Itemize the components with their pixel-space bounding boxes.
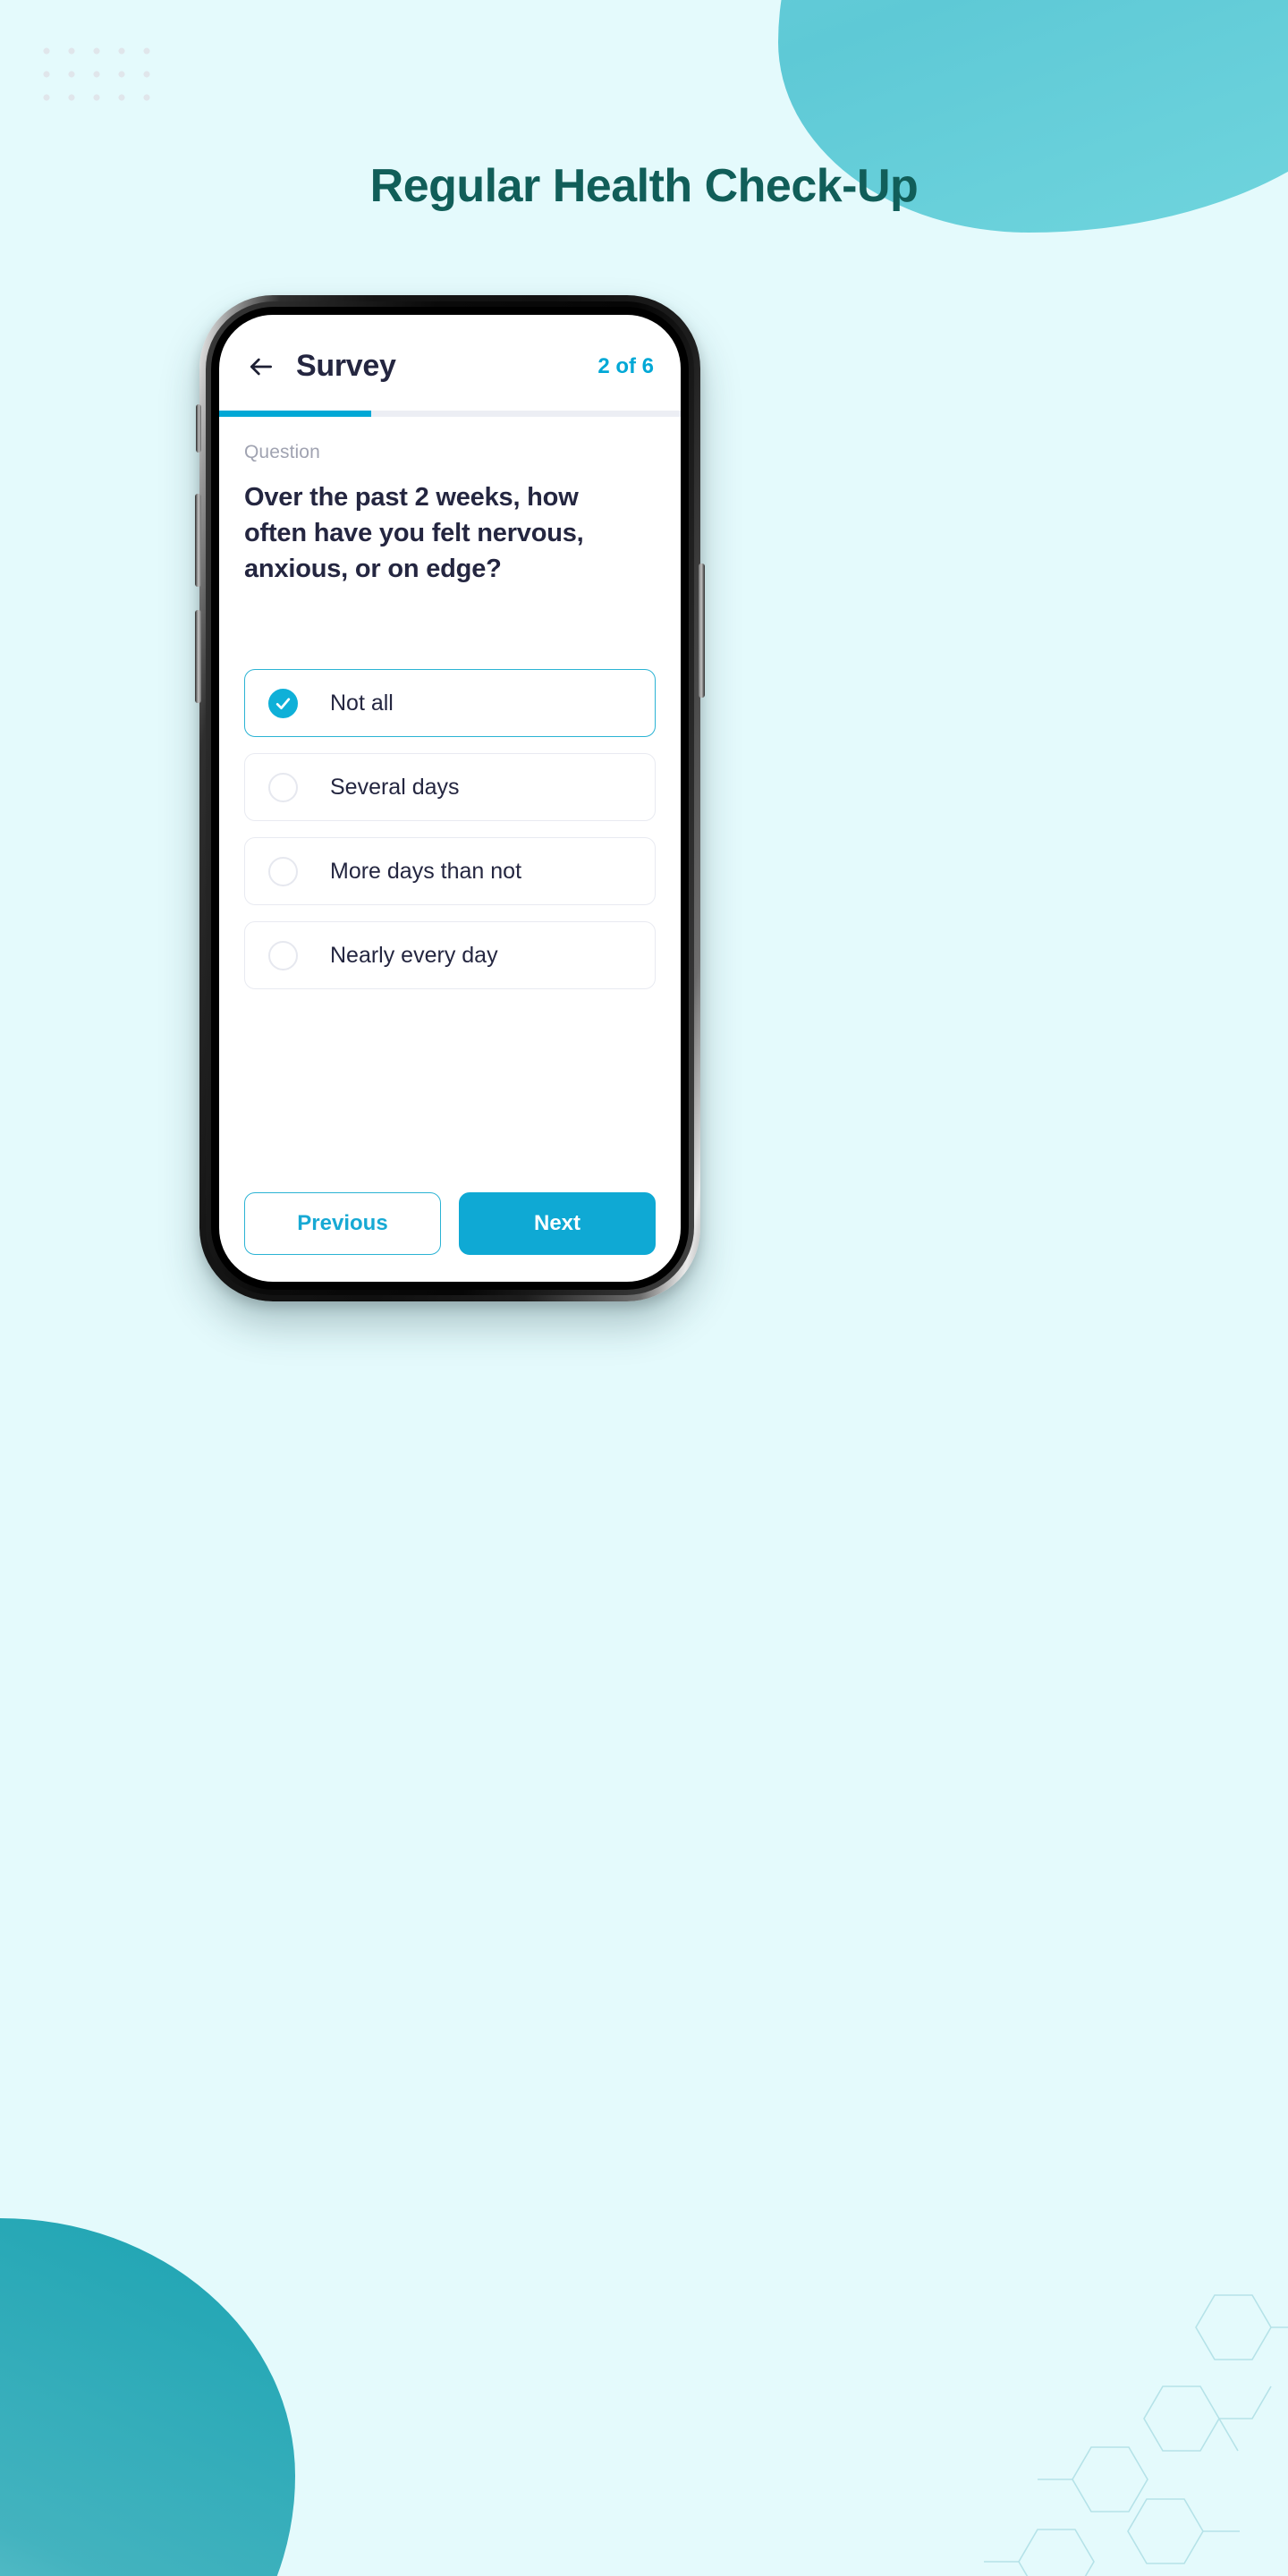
- screen-title: Survey: [296, 349, 396, 383]
- survey-footer: Previous Next: [219, 1192, 681, 1282]
- phone-mockup: Survey 2 of 6 Question Over the past 2 w…: [98, 295, 1163, 1306]
- dot-grid-pattern: [34, 39, 159, 109]
- progress-bar-track: [219, 411, 681, 417]
- answer-options-list: Not all Several days More days than not Nea…: [244, 669, 656, 990]
- phone-device: Survey 2 of 6 Question Over the past 2 w…: [195, 295, 705, 1301]
- previous-button[interactable]: Previous: [244, 1192, 441, 1255]
- answer-option[interactable]: Not all: [244, 669, 656, 738]
- answer-option-label: More days than not: [330, 858, 522, 884]
- progress-bar-fill: [219, 411, 372, 417]
- radio-empty-icon[interactable]: [268, 772, 298, 802]
- arrow-left-icon[interactable]: [246, 352, 276, 382]
- radio-empty-icon[interactable]: [268, 856, 298, 886]
- answer-option[interactable]: Several days: [244, 753, 656, 822]
- check-icon[interactable]: [268, 688, 298, 718]
- step-counter: 2 of 6: [597, 353, 654, 378]
- answer-option[interactable]: More days than not: [244, 837, 656, 906]
- answer-option-label: Nearly every day: [330, 942, 498, 968]
- question-label: Question: [244, 442, 320, 462]
- phone-volume-down-button[interactable]: [195, 610, 201, 703]
- answer-option-label: Not all: [330, 690, 394, 716]
- phone-volume-up-button[interactable]: [195, 494, 201, 587]
- app-header: Survey 2 of 6: [219, 315, 681, 384]
- phone-mute-switch[interactable]: [196, 404, 201, 453]
- hexagon-pattern: [984, 2294, 1288, 2576]
- page-title: Regular Health Check-Up: [369, 160, 919, 212]
- answer-option-label: Several days: [330, 774, 460, 800]
- survey-content: Question Over the past 2 weeks, how ofte…: [219, 417, 681, 1192]
- radio-empty-icon[interactable]: [268, 940, 298, 970]
- next-button[interactable]: Next: [459, 1192, 656, 1255]
- phone-power-button[interactable]: [699, 564, 705, 698]
- phone-screen: Survey 2 of 6 Question Over the past 2 w…: [219, 315, 681, 1282]
- blob-bottom-left-shape: [0, 2218, 295, 2576]
- answer-option[interactable]: Nearly every day: [244, 921, 656, 990]
- question-text: Over the past 2 weeks, how often have yo…: [244, 483, 584, 584]
